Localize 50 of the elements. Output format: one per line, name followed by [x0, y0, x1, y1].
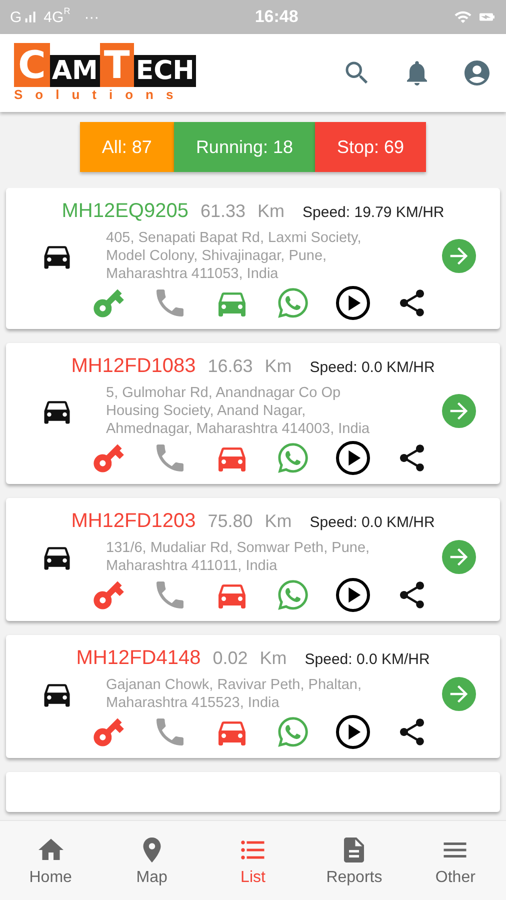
play-button[interactable] [336, 715, 370, 749]
carrier-label: G [10, 8, 22, 26]
address: Gajanan Chowk, Ravivar Peth, Phaltan, Maharashtra 415523, India [106, 676, 362, 712]
nav-tab[interactable]: Map [101, 821, 202, 900]
chat-icon[interactable] [276, 286, 310, 320]
filter-button[interactable]: Running: 18 [174, 122, 316, 172]
speed: Speed: 19.79 KM/HR [302, 204, 444, 221]
play-button[interactable] [336, 578, 370, 612]
distance: 16.63 [208, 356, 253, 377]
play-button[interactable] [336, 286, 370, 320]
network-label: 4G [44, 8, 64, 26]
distance: 75.80 [208, 511, 253, 532]
distance-unit: Km [264, 356, 292, 377]
speed: Speed: 0.0 KM/HR [310, 359, 435, 376]
distance-unit: Km [258, 201, 285, 222]
plate-number: MH12FD4148 [76, 647, 201, 670]
plate-number: MH12FD1083 [71, 355, 196, 378]
distance: 61.33 [200, 201, 246, 222]
go-button[interactable] [442, 540, 476, 574]
distance-unit: Km [264, 511, 292, 532]
play-button[interactable] [336, 441, 370, 475]
logo-tagline: Solutions [14, 87, 187, 103]
nav-tab[interactable]: List [202, 821, 304, 900]
plate-number: MH12EQ9205 [62, 200, 188, 223]
speed: Speed: 0.0 KM/HR [304, 651, 430, 668]
logo-text: AM [50, 55, 100, 87]
account-icon[interactable] [462, 58, 492, 88]
distance-unit: Km [260, 648, 287, 669]
address: 405, Senapati Bapat Rd, Laxmi Society, Model Colony, Shivajinagar, Pune, Maharashtra 411053, India [106, 229, 362, 283]
roaming-label: R [64, 6, 70, 16]
go-button[interactable] [442, 394, 476, 428]
go-button[interactable] [442, 677, 476, 711]
nav-tab[interactable]: Home [0, 821, 102, 900]
chat-icon[interactable] [276, 578, 310, 612]
chat-icon[interactable] [276, 715, 310, 749]
nav-tab[interactable]: Reports [304, 821, 405, 900]
more-label: ··· [84, 8, 100, 26]
chat-icon[interactable] [276, 441, 310, 475]
clock: 16:48 [254, 7, 298, 27]
logo-text: ECH [134, 55, 196, 87]
logo-text: C [14, 43, 50, 87]
logo-text: T [100, 43, 134, 87]
distance: 0.02 [212, 648, 248, 669]
speed: Speed: 0.0 KM/HR [310, 514, 435, 531]
address: 5, Gulmohar Rd, Anandnagar Co Op Housing Society, Anand Nagar, Ahmednagar, Maharashtra 414003, India [106, 384, 371, 438]
plate-number: MH12FD1203 [71, 510, 196, 533]
filter-button[interactable]: Stop: 69 [315, 122, 426, 172]
go-button[interactable] [442, 239, 476, 273]
nav-tab[interactable]: Other [404, 821, 506, 900]
address: 131/6, Mudaliar Rd, Somwar Peth, Pune, Maharashtra 411011, India [106, 539, 371, 575]
